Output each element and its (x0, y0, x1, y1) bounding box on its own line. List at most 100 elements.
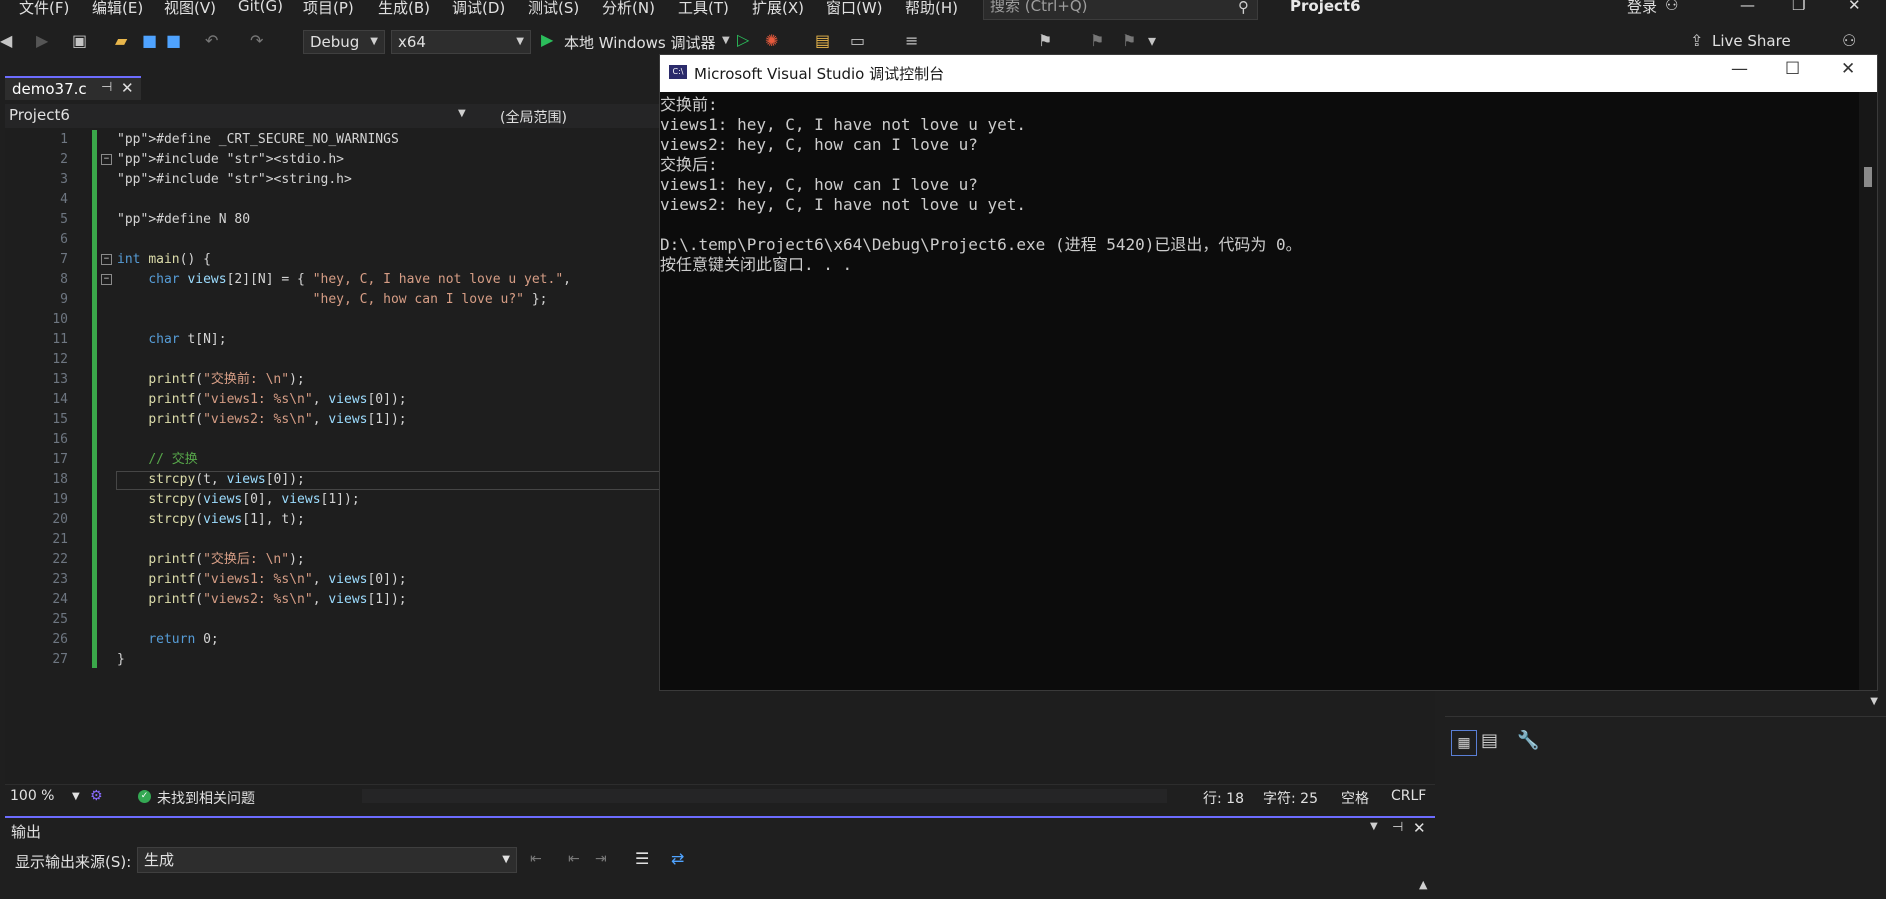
start-without-debug-icon[interactable]: ▷ (737, 30, 749, 49)
comment-icon[interactable]: ≡ (905, 31, 918, 50)
code-line[interactable]: 26 return 0; (0, 630, 660, 650)
minimize-icon[interactable]: — (1731, 59, 1748, 79)
menu-file[interactable]: 文件(F) (19, 0, 69, 18)
code-line[interactable]: 8 − char views[2][N] = { "hey, C, I have … (0, 270, 660, 290)
menu-project[interactable]: 项目(P) (303, 0, 354, 18)
close-panel-icon[interactable]: ✕ (1413, 819, 1426, 837)
menu-edit[interactable]: 编辑(E) (92, 0, 143, 18)
code-line[interactable]: 2 − "pp">#include "str"><stdio.h> (0, 150, 660, 170)
menu-git[interactable]: Git(G) (238, 0, 283, 15)
code-line[interactable]: 17 // 交换 (0, 450, 660, 470)
close-tab-icon[interactable]: ✕ (121, 79, 134, 97)
menu-help[interactable]: 帮助(H) (905, 0, 958, 18)
fold-toggle-icon[interactable]: − (101, 154, 112, 165)
overflow-icon[interactable]: ▾ (1148, 31, 1156, 50)
code-line[interactable]: 22 printf("交换后: \n"); (0, 550, 660, 570)
console-scrollbar[interactable] (1859, 92, 1877, 690)
bookmark-next-icon[interactable]: ⚑ (1090, 31, 1104, 50)
chevron-down-icon[interactable]: ▼ (458, 108, 466, 119)
fold-toggle-icon[interactable]: − (101, 254, 112, 265)
next-message-icon[interactable]: ⇥ (595, 851, 607, 867)
code-line[interactable]: 19 strcpy(views[0], views[1]); (0, 490, 660, 510)
hot-reload-icon[interactable]: ✺ (765, 31, 778, 50)
code-line[interactable]: 7 − int main() { (0, 250, 660, 270)
console-titlebar[interactable]: C:\ Microsoft Visual Studio 调试控制台 — ☐ ✕ (660, 55, 1877, 92)
code-line[interactable]: 18 strcpy(t, views[0]); (0, 470, 660, 490)
code-line[interactable]: 27} (0, 650, 660, 670)
code-line[interactable]: 6 (0, 230, 660, 250)
login-link[interactable]: 登录 (1627, 0, 1657, 17)
restore-icon[interactable]: ❐ (1792, 0, 1805, 14)
live-share-icon[interactable]: ⇪ (1690, 31, 1703, 50)
redo-icon[interactable]: ↷ (250, 31, 263, 50)
start-debug-button[interactable]: 本地 Windows 调试器 (564, 32, 716, 53)
chevron-down-icon[interactable]: ▼ (1370, 821, 1378, 832)
pin-icon[interactable]: ⊣ (101, 80, 112, 95)
code-line[interactable]: 23 printf("views1: %s\n", views[0]); (0, 570, 660, 590)
chevron-down-icon[interactable]: ▼ (722, 35, 730, 46)
menu-window[interactable]: 窗口(W) (826, 0, 883, 18)
maximize-icon[interactable]: ☐ (1785, 59, 1800, 79)
code-line[interactable]: 3 "pp">#include "str"><string.h> (0, 170, 660, 190)
close-icon[interactable]: ✕ (1841, 59, 1855, 79)
new-project-icon[interactable]: ▣ (72, 31, 87, 50)
config-select[interactable]: Debug ▼ (303, 30, 385, 54)
editor-scrollbar[interactable] (1417, 695, 1433, 781)
search-box[interactable]: 搜索 (Ctrl+Q) ⚲ (983, 0, 1258, 20)
scrollbar-thumb[interactable] (1864, 167, 1872, 187)
bookmark-icon[interactable]: ⚑ (1038, 31, 1052, 50)
tab-demo37[interactable]: demo37.c ⊣ ✕ (5, 76, 141, 100)
scope-dropdown[interactable]: (全局范围) (500, 107, 567, 127)
debug-console-window[interactable]: C:\ Microsoft Visual Studio 调试控制台 — ☐ ✕ … (659, 54, 1878, 691)
menu-build[interactable]: 生成(B) (378, 0, 430, 18)
layout-icon[interactable]: ▭ (850, 31, 865, 50)
project-dropdown[interactable]: Project6 (9, 106, 70, 124)
pin-icon[interactable]: ⊣ (1392, 820, 1403, 835)
live-share-button[interactable]: Live Share (1712, 32, 1791, 50)
eol-indicator[interactable]: CRLF (1391, 788, 1426, 804)
previous-message-icon[interactable]: ⇤ (568, 851, 580, 867)
account-icon[interactable]: ⚇ (1665, 0, 1678, 14)
menu-view[interactable]: 视图(V) (164, 0, 216, 18)
code-line[interactable]: 9 "hey, C, how can I love u?" }; (0, 290, 660, 310)
code-line[interactable]: 21 (0, 530, 660, 550)
code-line[interactable]: 12 (0, 350, 660, 370)
forward-icon[interactable]: ▶ (36, 31, 48, 50)
code-line[interactable]: 11 char t[N]; (0, 330, 660, 350)
chevron-down-icon[interactable]: ▼ (72, 791, 80, 802)
horizontal-scrollbar[interactable] (362, 789, 1167, 803)
code-line[interactable]: 25 (0, 610, 660, 630)
char-indicator[interactable]: 字符: 25 (1263, 788, 1318, 808)
menu-extensions[interactable]: 扩展(X) (752, 0, 804, 18)
scroll-up-icon[interactable]: ▲ (1419, 878, 1427, 891)
menu-tools[interactable]: 工具(T) (678, 0, 729, 18)
menu-analyze[interactable]: 分析(N) (602, 0, 655, 18)
code-line[interactable]: 15 printf("views2: %s\n", views[1]); (0, 410, 660, 430)
clear-all-icon[interactable]: ☰ (635, 849, 649, 868)
fold-toggle-icon[interactable]: − (101, 274, 112, 285)
code-line[interactable]: 4 (0, 190, 660, 210)
solution-explorer-icon[interactable]: ▤ (815, 31, 830, 50)
goto-message-icon[interactable]: ⇤ (530, 851, 542, 867)
line-indicator[interactable]: 行: 18 (1203, 788, 1244, 808)
output-source-select[interactable]: 生成 ▼ (137, 847, 517, 873)
save-all-icon[interactable]: ■ (166, 31, 181, 50)
undo-icon[interactable]: ↶ (205, 31, 218, 50)
code-line[interactable]: 5 "pp">#define N 80 (0, 210, 660, 230)
platform-select[interactable]: x64 ▼ (391, 30, 531, 54)
minimize-icon[interactable]: — (1740, 0, 1755, 14)
bookmark-clear-icon[interactable]: ⚑ (1122, 31, 1136, 50)
menu-test[interactable]: 测试(S) (528, 0, 579, 18)
categorized-icon[interactable]: ▦ (1451, 730, 1477, 756)
wrench-icon[interactable]: 🔧 (1517, 730, 1539, 751)
close-icon[interactable]: ✕ (1848, 0, 1861, 14)
menu-debug[interactable]: 调试(D) (452, 0, 505, 18)
code-line[interactable]: 10 (0, 310, 660, 330)
property-pages-icon[interactable]: ▤ (1481, 730, 1498, 751)
code-line[interactable]: 13 printf("交换前: \n"); (0, 370, 660, 390)
word-wrap-icon[interactable]: ⇄ (671, 849, 684, 868)
code-line[interactable]: 16 (0, 430, 660, 450)
issues-status[interactable]: 未找到相关问题 (157, 788, 255, 808)
back-icon[interactable]: ◀ (0, 31, 12, 50)
start-debug-icon[interactable]: ▶ (541, 30, 553, 49)
